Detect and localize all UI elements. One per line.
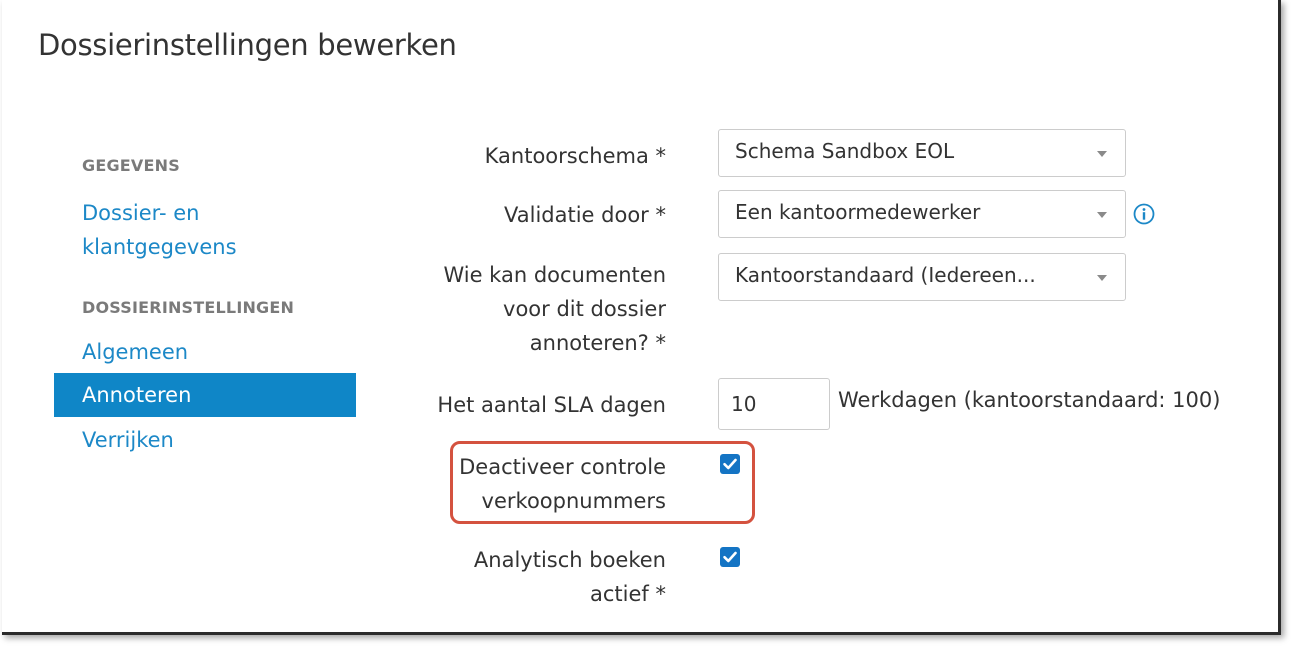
- checkmark-icon: [723, 458, 737, 470]
- sidebar-section-dossierinstellingen: DOSSIERINSTELLINGEN: [82, 298, 295, 317]
- analytisch-label-line: Analytisch boeken: [473, 548, 666, 572]
- deactiveer-label: Deactiveer controle verkoopnummers: [459, 450, 666, 518]
- dialog-frame: Dossierinstellingen bewerken GEGEVENS Do…: [2, 0, 1281, 635]
- chevron-down-icon: [1097, 151, 1107, 157]
- chevron-down-icon: [1097, 212, 1107, 218]
- kantoorschema-label: Kantoorschema *: [484, 144, 666, 168]
- deactiveer-checkbox[interactable]: [720, 454, 740, 474]
- deactiveer-label-line: verkoopnummers: [481, 489, 666, 513]
- annoteren-label-line: voor dit dossier: [503, 297, 666, 321]
- annoteren-select[interactable]: Kantoorstandaard (Iedereen...: [718, 253, 1126, 301]
- analytisch-label-line: actief *: [590, 582, 666, 606]
- sla-days-input[interactable]: [718, 378, 830, 430]
- sidebar-item-label: Dossier- en: [82, 201, 200, 225]
- page-title: Dossierinstellingen bewerken: [38, 28, 457, 62]
- annoteren-label: Wie kan documenten voor dit dossier anno…: [443, 258, 666, 360]
- sidebar-item-algemeen[interactable]: Algemeen: [82, 335, 188, 369]
- chevron-down-icon: [1097, 275, 1107, 281]
- sidebar-item-dossier-klantgegevens[interactable]: Dossier- en klantgegevens: [82, 196, 237, 264]
- annoteren-label-line: annoteren? *: [529, 331, 666, 355]
- sidebar-item-annoteren[interactable]: Annoteren: [54, 373, 356, 417]
- annoteren-label-line: Wie kan documenten: [443, 263, 666, 287]
- kantoorschema-select[interactable]: Schema Sandbox EOL: [718, 129, 1126, 177]
- validatie-label: Validatie door *: [504, 203, 666, 227]
- sidebar-item-verrijken[interactable]: Verrijken: [82, 423, 174, 457]
- checkmark-icon: [723, 551, 737, 563]
- deactiveer-label-line: Deactiveer controle: [459, 455, 666, 479]
- kantoorschema-value: Schema Sandbox EOL: [735, 139, 955, 163]
- validatie-value: Een kantoormedewerker: [735, 200, 981, 224]
- sla-suffix-text: Werkdagen (kantoorstandaard: 100): [838, 388, 1221, 412]
- analytisch-label: Analytisch boeken actief *: [474, 543, 666, 611]
- info-circle-icon[interactable]: [1133, 203, 1155, 225]
- sidebar-item-label: klantgegevens: [82, 235, 237, 259]
- annoteren-value: Kantoorstandaard (Iedereen...: [735, 263, 1036, 287]
- validatie-select[interactable]: Een kantoormedewerker: [718, 190, 1126, 238]
- sidebar-section-gegevens: GEGEVENS: [82, 156, 180, 175]
- sla-label: Het aantal SLA dagen: [437, 393, 666, 417]
- analytisch-checkbox[interactable]: [720, 547, 740, 567]
